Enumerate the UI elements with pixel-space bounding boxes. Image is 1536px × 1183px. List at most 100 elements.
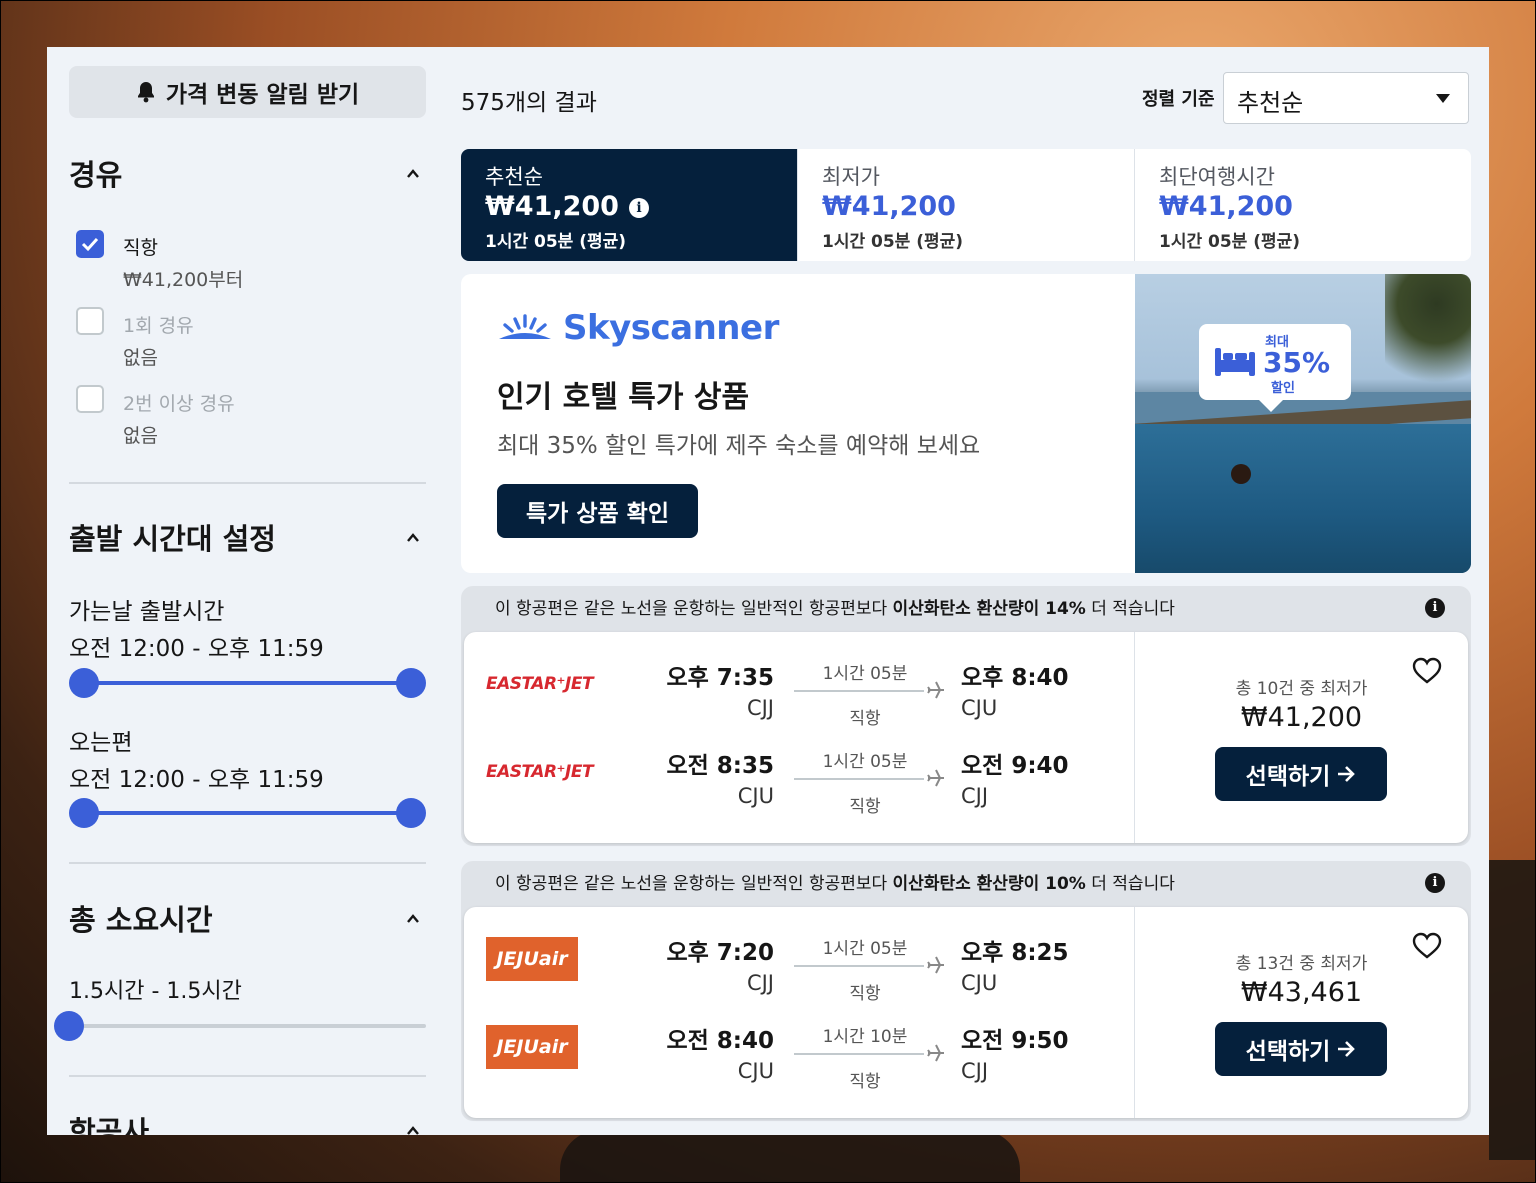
ad-subtext: 최대 35% 할인 특가에 제주 숙소를 예약해 보세요 (497, 433, 981, 459)
tab-price: ₩41,200 i (485, 191, 649, 222)
stops-option-label: 1회 경유 (123, 315, 194, 337)
tab-duration: 1시간 05분 (평균) (485, 232, 627, 252)
sort-value: 추천순 (1237, 89, 1304, 117)
route-line (794, 690, 924, 692)
duration-slider-handle[interactable] (54, 1011, 84, 1041)
bell-icon (136, 81, 156, 103)
departure-times-title: 출발 시간대 설정 (69, 522, 276, 556)
outbound-range: 오전 12:00 - 오후 11:59 (69, 636, 324, 662)
departure-airport: CJU (737, 1059, 774, 1083)
stops-option-label: 직항 (123, 237, 158, 259)
return-slider-max-handle[interactable] (396, 798, 426, 828)
stops-option-price: 없음 (123, 425, 158, 447)
skyscanner-logo: Skyscanner (497, 308, 779, 348)
eco-bold: 이산화탄소 환산량이 (892, 874, 1040, 894)
info-icon[interactable]: i (1425, 598, 1445, 618)
route-line (794, 965, 924, 967)
select-button[interactable]: 선택하기 (1215, 747, 1387, 801)
hotel-ad-banner[interactable]: Skyscanner 인기 호텔 특가 상품 최대 35% 할인 특가에 제주 … (461, 274, 1471, 573)
flight-leg-outbound: JEJUair 오후 7:20 CJJ 1시간 05분 직항 오후 8:25 C… (464, 921, 1134, 1009)
tab-name: 최단여행시간 (1159, 165, 1275, 189)
eco-text-end: 더 적습니다 (1085, 874, 1175, 894)
discount-badge: 최대 35% 할인 (1199, 324, 1351, 412)
flight-result: 이 항공편은 같은 노선을 운항하는 일반적인 항공편보다 이산화탄소 환산량이… (461, 861, 1471, 1121)
plane-icon (927, 1044, 944, 1062)
chevron-up-icon[interactable] (406, 167, 420, 181)
departure-airport: CJU (737, 784, 774, 808)
duration-slider-track[interactable] (69, 1024, 426, 1028)
return-slider-track[interactable] (84, 811, 411, 815)
departure-time: 오후 7:20 (666, 940, 774, 966)
background-shadow (560, 1130, 1020, 1183)
tab-price: ₩41,200 (1159, 191, 1293, 222)
flight-leg-outbound: EASTAR⁺JET 오후 7:35 CJJ 1시간 05분 직항 오후 8:4… (464, 646, 1134, 734)
tab-duration: 1시간 05분 (평균) (1159, 232, 1301, 252)
stops-option-price: 없음 (123, 347, 158, 369)
checkbox-direct[interactable] (76, 230, 104, 258)
checkmark-icon (81, 237, 99, 252)
departure-airport: CJJ (746, 696, 774, 720)
price-section: 총 10건 중 최저가 ₩41,200 선택하기 (1135, 632, 1468, 843)
chevron-up-icon[interactable] (406, 1124, 420, 1135)
jeju-air-logo: JEJUair (486, 1025, 578, 1069)
duration-range: 1.5시간 - 1.5시간 (69, 979, 242, 1004)
results-panel: 가격 변동 알림 받기 경유 직항 ₩41,200부터 1회 경유 없음 2번 … (47, 47, 1489, 1135)
outbound-slider-track[interactable] (84, 681, 411, 685)
route-line (794, 1053, 924, 1055)
outbound-slider-min-handle[interactable] (69, 668, 99, 698)
airlines-title: 항공사 (69, 1115, 150, 1135)
departure-time: 오전 8:35 (666, 753, 774, 779)
outbound-label: 가는날 출발시간 (69, 599, 225, 625)
return-slider-min-handle[interactable] (69, 798, 99, 828)
arrival-airport: CJJ (961, 1059, 989, 1083)
flight-card[interactable]: JEJUair 오후 7:20 CJJ 1시간 05분 직항 오후 8:25 C… (464, 907, 1468, 1118)
eco-bold: 이산화탄소 환산량이 (892, 599, 1040, 619)
skyscanner-wordmark: Skyscanner (563, 308, 779, 348)
price-section: 총 13건 중 최저가 ₩43,461 선택하기 (1135, 907, 1468, 1118)
price-alert-button[interactable]: 가격 변동 알림 받기 (69, 66, 426, 118)
stops-option-price: ₩41,200부터 (123, 269, 244, 291)
view-deals-button[interactable]: 특가 상품 확인 (497, 484, 698, 538)
flight-duration: 1시간 10분 (822, 1027, 908, 1047)
results-count: 575개의 결과 (461, 90, 597, 116)
stops-label: 직항 (849, 984, 881, 1004)
divider (69, 1075, 426, 1077)
pool-water (1135, 424, 1471, 573)
departure-time: 오후 7:35 (666, 665, 774, 691)
filter-sidebar: 가격 변동 알림 받기 경유 직항 ₩41,200부터 1회 경유 없음 2번 … (54, 47, 426, 1135)
select-button[interactable]: 선택하기 (1215, 1022, 1387, 1076)
chevron-up-icon[interactable] (406, 531, 420, 545)
flight-card[interactable]: EASTAR⁺JET 오후 7:35 CJJ 1시간 05분 직항 오후 8:4… (464, 632, 1468, 843)
arrow-right-icon (1338, 766, 1356, 782)
swimmer (1231, 464, 1251, 484)
eco-message: 이 항공편은 같은 노선을 운항하는 일반적인 항공편보다 이산화탄소 환산량이… (495, 869, 1175, 894)
departure-time: 오전 8:40 (666, 1028, 774, 1054)
hotel-pool-image: 최대 35% 할인 (1135, 274, 1471, 573)
palm-tree (1385, 274, 1471, 424)
flight-leg-return: EASTAR⁺JET 오전 8:35 CJU 1시간 05분 직항 오전 9:4… (464, 734, 1134, 822)
info-icon[interactable]: i (628, 198, 649, 218)
cheapest-note: 총 10건 중 최저가 (1235, 679, 1368, 699)
sort-label: 정렬 기준 (1142, 89, 1215, 110)
checkbox-two-plus-stops[interactable] (76, 385, 104, 413)
plane-icon (927, 681, 944, 699)
checkbox-one-stop[interactable] (76, 307, 104, 335)
flight-leg-return: JEJUair 오전 8:40 CJU 1시간 10분 직항 오전 9:50 C… (464, 1009, 1134, 1097)
divider (69, 482, 426, 484)
tab-price: ₩41,200 (822, 191, 956, 222)
outbound-slider-max-handle[interactable] (396, 668, 426, 698)
chevron-up-icon[interactable] (406, 912, 420, 926)
sunrise-logo-icon (499, 314, 551, 339)
tab-fastest[interactable]: 최단여행시간 ₩41,200 1시간 05분 (평균) (1135, 149, 1471, 261)
eco-text-end: 더 적습니다 (1085, 599, 1175, 619)
sort-tabs: 추천순 ₩41,200 i 1시간 05분 (평균) 최저가 ₩41,200 1시… (461, 149, 1471, 261)
info-icon[interactable]: i (1425, 873, 1445, 893)
price-alert-label: 가격 변동 알림 받기 (165, 82, 360, 108)
stops-label: 직항 (849, 1072, 881, 1092)
sort-dropdown[interactable]: 추천순 (1223, 72, 1469, 124)
stops-option-label: 2번 이상 경유 (123, 393, 235, 415)
tab-cheapest[interactable]: 최저가 ₩41,200 1시간 05분 (평균) (798, 149, 1135, 261)
stops-title: 경유 (69, 158, 123, 192)
eco-text: 이 항공편은 같은 노선을 운항하는 일반적인 항공편보다 (495, 874, 893, 894)
tab-best[interactable]: 추천순 ₩41,200 i 1시간 05분 (평균) (461, 149, 798, 261)
